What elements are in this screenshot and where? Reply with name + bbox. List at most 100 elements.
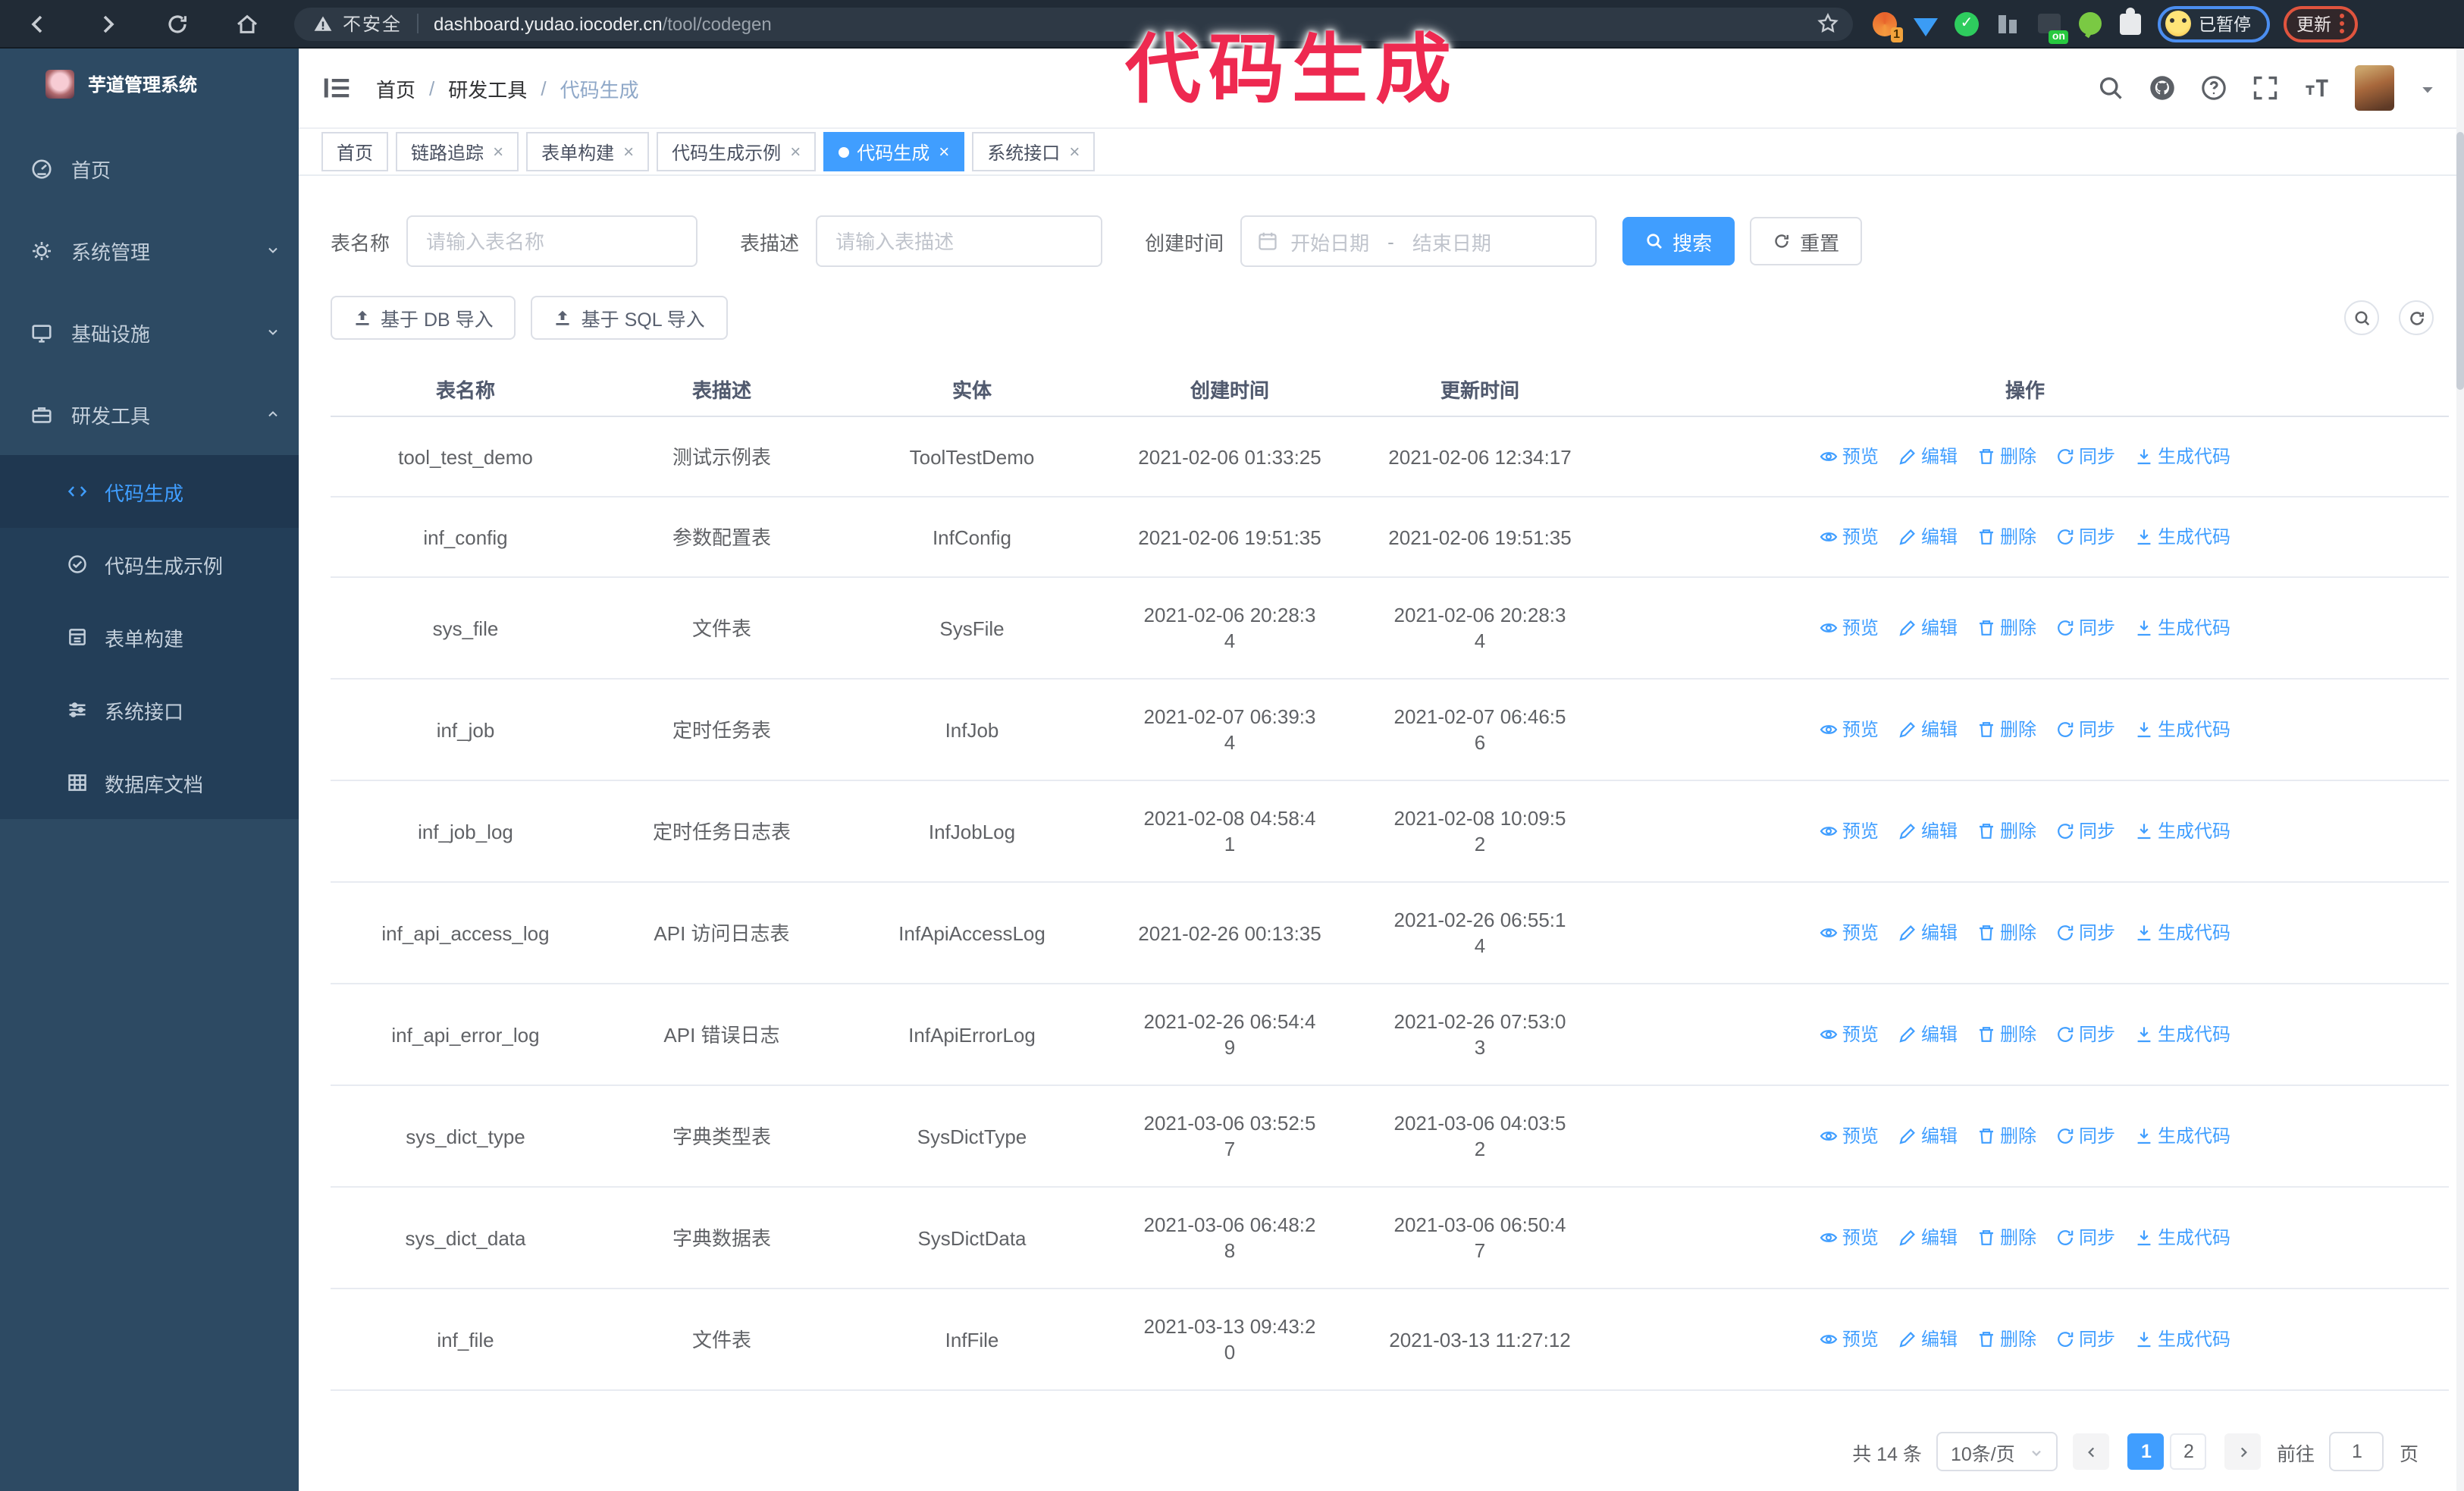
sync-link[interactable]: 同步 <box>2056 1225 2115 1251</box>
breadcrumb-devtools[interactable]: 研发工具 <box>448 74 527 102</box>
help-icon[interactable] <box>2200 74 2227 102</box>
preview-link[interactable]: 预览 <box>1820 524 1879 550</box>
edit-link[interactable]: 编辑 <box>1898 1123 1958 1149</box>
start-date-placeholder[interactable]: 开始日期 <box>1290 227 1369 256</box>
generate-code-link[interactable]: 生成代码 <box>2135 524 2230 550</box>
sidebar-item-codegen[interactable]: 代码生成 <box>0 455 299 528</box>
user-menu-caret-icon[interactable] <box>2419 79 2437 97</box>
reset-button[interactable]: 重置 <box>1750 217 1863 265</box>
sidebar-item-home[interactable]: 首页 <box>0 127 299 209</box>
extension-key-icon[interactable] <box>2076 10 2103 37</box>
sidebar-item-system[interactable]: 系统管理 <box>0 209 299 291</box>
goto-page-input[interactable] <box>2329 1432 2384 1471</box>
delete-link[interactable]: 删除 <box>1977 920 2036 946</box>
prev-page-button[interactable] <box>2073 1433 2110 1470</box>
delete-link[interactable]: 删除 <box>1977 1022 2036 1047</box>
date-range-picker[interactable]: 开始日期 - 结束日期 <box>1240 215 1597 267</box>
edit-link[interactable]: 编辑 <box>1898 524 1958 550</box>
scrollbar-thumb[interactable] <box>2456 132 2464 390</box>
generate-code-link[interactable]: 生成代码 <box>2135 1225 2230 1251</box>
tab[interactable]: 代码生成 × <box>823 132 965 171</box>
delete-link[interactable]: 删除 <box>1977 1326 2036 1352</box>
extension-icon-1[interactable]: 1 <box>1871 10 1903 42</box>
sidebar-item-codegen-example[interactable]: 代码生成示例 <box>0 528 299 601</box>
tab[interactable]: 表单构建 × <box>526 132 650 171</box>
sidebar-toggle-icon[interactable] <box>321 73 352 103</box>
generate-code-link[interactable]: 生成代码 <box>2135 717 2230 742</box>
browser-forward-button[interactable] <box>85 5 130 42</box>
bookmark-star-icon[interactable] <box>1817 11 1839 34</box>
import-sql-button[interactable]: 基于 SQL 导入 <box>531 296 728 340</box>
sync-link[interactable]: 同步 <box>2056 1123 2115 1149</box>
edit-link[interactable]: 编辑 <box>1898 444 1958 469</box>
generate-code-link[interactable]: 生成代码 <box>2135 1022 2230 1047</box>
extension-columns-icon[interactable] <box>1994 10 2021 37</box>
sidebar-item-system-api[interactable]: 系统接口 <box>0 673 299 746</box>
preview-link[interactable]: 预览 <box>1820 1123 1879 1149</box>
delete-link[interactable]: 删除 <box>1977 717 2036 742</box>
extension-dark-icon[interactable]: on <box>2035 10 2068 43</box>
sync-link[interactable]: 同步 <box>2056 920 2115 946</box>
edit-link[interactable]: 编辑 <box>1898 1022 1958 1047</box>
tab-close-icon[interactable]: × <box>1069 141 1080 162</box>
page-number-button[interactable]: 2 <box>2170 1433 2207 1470</box>
sync-link[interactable]: 同步 <box>2056 524 2115 550</box>
edit-link[interactable]: 编辑 <box>1898 615 1958 641</box>
tab-close-icon[interactable]: × <box>939 141 949 162</box>
security-label[interactable]: 不安全 <box>343 11 402 36</box>
tab-close-icon[interactable]: × <box>623 141 634 162</box>
browser-back-button[interactable] <box>15 5 61 42</box>
generate-code-link[interactable]: 生成代码 <box>2135 1326 2230 1352</box>
preview-link[interactable]: 预览 <box>1820 615 1879 641</box>
sync-link[interactable]: 同步 <box>2056 615 2115 641</box>
edit-link[interactable]: 编辑 <box>1898 818 1958 844</box>
browser-update-button[interactable]: 更新 <box>2283 5 2357 42</box>
tab[interactable]: 链路追踪 × <box>396 132 519 171</box>
sidebar-item-infra[interactable]: 基础设施 <box>0 291 299 373</box>
generate-code-link[interactable]: 生成代码 <box>2135 444 2230 469</box>
delete-link[interactable]: 删除 <box>1977 1123 2036 1149</box>
generate-code-link[interactable]: 生成代码 <box>2135 615 2230 641</box>
sync-link[interactable]: 同步 <box>2056 818 2115 844</box>
delete-link[interactable]: 删除 <box>1977 524 2036 550</box>
tab[interactable]: 代码生成示例 × <box>657 132 817 171</box>
import-db-button[interactable]: 基于 DB 导入 <box>331 296 516 340</box>
refresh-table-button[interactable] <box>2399 300 2434 335</box>
tab-close-icon[interactable]: × <box>493 141 503 162</box>
search-icon[interactable] <box>2097 74 2124 102</box>
address-bar[interactable]: 不安全 dashboard.yudao.iocoder.cn/tool/code… <box>294 7 1853 40</box>
generate-code-link[interactable]: 生成代码 <box>2135 818 2230 844</box>
edit-link[interactable]: 编辑 <box>1898 717 1958 742</box>
sidebar-item-db-docs[interactable]: 数据库文档 <box>0 746 299 819</box>
sync-link[interactable]: 同步 <box>2056 1326 2115 1352</box>
preview-link[interactable]: 预览 <box>1820 717 1879 742</box>
tab[interactable]: 首页 <box>321 132 389 171</box>
browser-menu-icon[interactable] <box>2339 14 2343 33</box>
page-number-button[interactable]: 1 <box>2127 1433 2165 1470</box>
extension-gem-icon[interactable] <box>1912 10 1939 37</box>
preview-link[interactable]: 预览 <box>1820 1022 1879 1047</box>
delete-link[interactable]: 删除 <box>1977 615 2036 641</box>
sync-link[interactable]: 同步 <box>2056 1022 2115 1047</box>
edit-link[interactable]: 编辑 <box>1898 1225 1958 1251</box>
toggle-search-button[interactable] <box>2344 300 2379 335</box>
tab[interactable]: 系统接口 × <box>972 132 1096 171</box>
edit-link[interactable]: 编辑 <box>1898 1326 1958 1352</box>
search-button[interactable]: 搜索 <box>1622 217 1735 265</box>
next-page-button[interactable] <box>2224 1433 2262 1470</box>
font-size-icon[interactable] <box>2303 74 2331 102</box>
table-name-input[interactable] <box>406 215 698 267</box>
browser-home-button[interactable] <box>224 5 270 42</box>
page-size-select[interactable]: 10条/页 <box>1936 1432 2058 1471</box>
table-desc-input[interactable] <box>816 215 1103 267</box>
extension-paused-badge[interactable]: 已暂停 <box>2158 5 2269 42</box>
delete-link[interactable]: 删除 <box>1977 818 2036 844</box>
preview-link[interactable]: 预览 <box>1820 1326 1879 1352</box>
preview-link[interactable]: 预览 <box>1820 1225 1879 1251</box>
user-avatar[interactable] <box>2355 65 2394 111</box>
sync-link[interactable]: 同步 <box>2056 717 2115 742</box>
extension-puzzle-icon[interactable] <box>2117 7 2144 37</box>
preview-link[interactable]: 预览 <box>1820 444 1879 469</box>
extension-shield-check-icon[interactable]: ✓ <box>1953 10 1980 37</box>
app-logo-row[interactable]: 芋道管理系统 <box>0 49 299 118</box>
